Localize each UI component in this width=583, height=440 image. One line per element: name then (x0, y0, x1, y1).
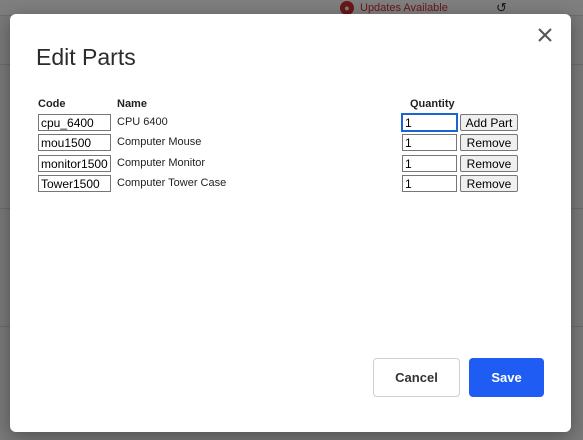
part-name: CPU 6400 (117, 116, 168, 128)
add-part-button[interactable]: Add Part (460, 114, 518, 131)
column-header-code: Code (38, 98, 66, 110)
part-code-input[interactable] (38, 114, 111, 131)
edit-parts-dialog: Edit Parts Code Name Quantity CPU 6400 A… (10, 14, 571, 432)
column-header-quantity: Quantity (410, 98, 455, 110)
quantity-input[interactable] (402, 155, 457, 172)
part-code-input[interactable] (38, 155, 111, 172)
part-row: Computer Mouse Remove (10, 134, 571, 152)
remove-part-button[interactable]: Remove (460, 175, 518, 192)
close-icon (538, 28, 552, 42)
quantity-input[interactable] (402, 134, 457, 151)
part-name: Computer Monitor (117, 157, 206, 169)
part-row: Computer Tower Case Remove (10, 175, 571, 193)
part-name: Computer Tower Case (117, 177, 227, 189)
part-row: CPU 6400 Add Part (10, 113, 571, 132)
dialog-title: Edit Parts (36, 44, 136, 70)
column-header-name: Name (117, 98, 147, 110)
part-code-input[interactable] (38, 134, 111, 151)
save-button[interactable]: Save (469, 358, 544, 397)
remove-part-button[interactable]: Remove (460, 134, 518, 151)
close-button[interactable] (534, 24, 556, 46)
quantity-input[interactable] (401, 113, 458, 132)
part-name: Computer Mouse (117, 136, 202, 148)
part-row: Computer Monitor Remove (10, 155, 571, 173)
part-code-input[interactable] (38, 175, 111, 192)
quantity-input[interactable] (402, 175, 457, 192)
cancel-button[interactable]: Cancel (373, 358, 460, 397)
remove-part-button[interactable]: Remove (460, 155, 518, 172)
